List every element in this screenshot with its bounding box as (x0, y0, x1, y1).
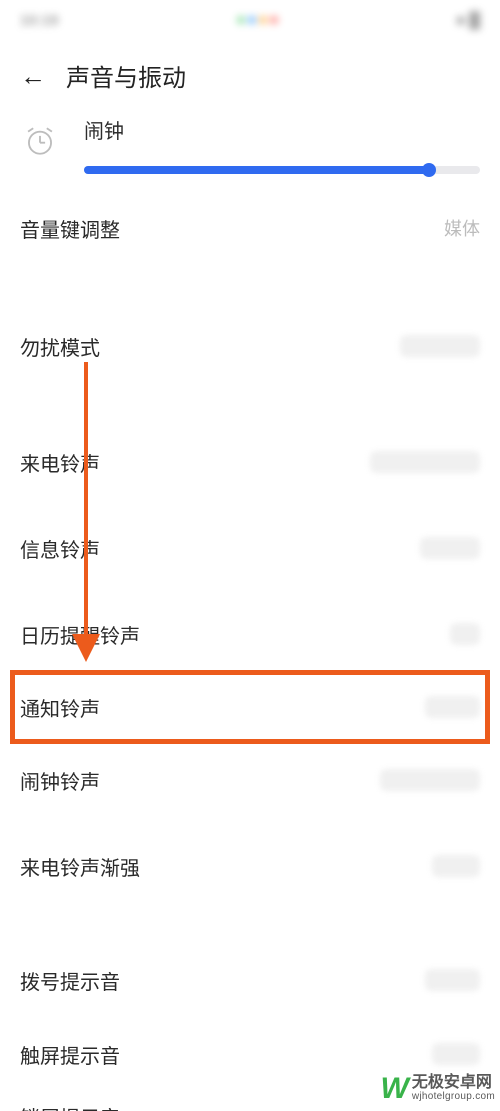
row-value-blur (380, 769, 480, 791)
watermark-logo-icon: W (380, 1072, 405, 1106)
row-label: 来电铃声 (20, 448, 100, 477)
watermark: W 无极安卓网 wjhotelgroup.com (380, 1072, 495, 1106)
row-value-blur (425, 696, 480, 718)
row-label: 拨号提示音 (20, 966, 120, 995)
row-notification[interactable]: 通知铃声 (0, 678, 500, 736)
row-label: 触屏提示音 (20, 1040, 120, 1069)
back-icon[interactable]: ← (20, 63, 46, 89)
clock-icon (20, 121, 60, 161)
row-value-blur (370, 451, 480, 473)
row-sms[interactable]: 信息铃声 (0, 522, 500, 574)
row-value-blur (432, 1043, 480, 1065)
row-label: 日历提醒铃声 (20, 620, 140, 649)
status-bar: 10:19 ■ █ (0, 0, 500, 40)
row-label: 闹钟铃声 (20, 766, 100, 795)
row-alarm-tone[interactable]: 闹钟铃声 (0, 754, 500, 806)
row-ring-fadein[interactable]: 来电铃声渐强 (0, 840, 500, 892)
alarm-volume-label: 闹钟 (84, 115, 480, 144)
row-value-blur (420, 537, 480, 559)
row-value-blur (400, 335, 480, 357)
app-header: ← 声音与振动 (0, 40, 500, 115)
watermark-domain: wjhotelgroup.com (412, 1092, 495, 1103)
row-label: 信息铃声 (20, 534, 100, 563)
row-label: 来电铃声渐强 (20, 852, 140, 881)
row-label: 通知铃声 (20, 693, 100, 722)
row-label: 勿扰模式 (20, 332, 100, 361)
row-dial-tone[interactable]: 拨号提示音 (0, 954, 500, 1006)
slider-fill (84, 166, 429, 174)
alarm-volume-section: 闹钟 (0, 115, 500, 200)
row-value-blur (450, 623, 480, 645)
row-value: 媒体 (444, 215, 480, 241)
row-volume-key[interactable]: 音量键调整 媒体 (0, 200, 500, 256)
row-dnd[interactable]: 勿扰模式 (0, 318, 500, 374)
row-calendar[interactable]: 日历提醒铃声 (0, 608, 500, 660)
row-label: 音量键调整 (20, 214, 120, 243)
row-value-blur (432, 855, 480, 877)
alarm-volume-slider[interactable] (84, 166, 480, 174)
row-value-blur (425, 969, 480, 991)
row-ringtone[interactable]: 来电铃声 (0, 436, 500, 488)
page-title: 声音与振动 (66, 58, 186, 93)
watermark-brand: 无极安卓网 (412, 1075, 495, 1092)
